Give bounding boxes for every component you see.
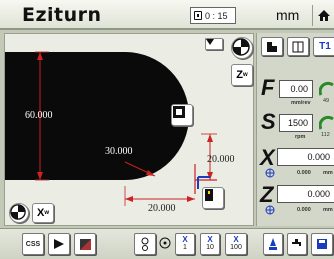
bottom-toolbar: CSS X 1 X 10 X 100 [0, 228, 334, 259]
speed-letter: S [261, 109, 276, 134]
timer-value: 0 : 15 [205, 10, 228, 21]
square-icon [173, 106, 185, 118]
tool-post-icon [267, 41, 277, 52]
app-title: Eziturn [22, 4, 102, 26]
feed-value[interactable]: 0.00 [279, 80, 313, 98]
step-x1-button[interactable]: X 1 [175, 233, 195, 255]
mode-button[interactable] [74, 233, 96, 255]
origin-view-button[interactable] [9, 203, 29, 223]
step-value: 1 [183, 244, 187, 251]
z-unit: mm [323, 207, 333, 213]
tool-number-button[interactable]: T1 [313, 37, 334, 56]
step-value: 100 [230, 244, 242, 251]
speed-gauge-icon [319, 115, 334, 130]
x-jog-icon [265, 168, 275, 178]
play-icon [54, 239, 64, 249]
lamp-button[interactable] [263, 233, 283, 255]
xw-sub: w [44, 210, 49, 216]
timer-display: 0 : 15 [190, 7, 236, 24]
speed-value[interactable]: 1500 [279, 114, 313, 132]
css-button[interactable]: CSS [22, 233, 44, 255]
step-x100-button[interactable]: X 100 [225, 233, 247, 255]
coolant-icon [141, 237, 149, 251]
view-menu-button[interactable] [205, 38, 223, 50]
app-window: Eziturn 0 : 15 mm 60.000 30.000 20.000 2… [0, 0, 334, 259]
caret-down-icon [206, 39, 214, 45]
feed-unit: mm/rev [291, 100, 311, 106]
zw-sub: w [243, 72, 248, 78]
step-value: 10 [206, 244, 214, 251]
save-button[interactable] [311, 233, 333, 255]
dim-bottom-label: 20.000 [148, 203, 176, 214]
x-unit: mm [323, 170, 333, 176]
stop-button[interactable] [171, 104, 193, 126]
diagonal-square-icon [79, 238, 91, 250]
step-x10-button[interactable]: X 10 [200, 233, 220, 255]
dim-radius-label: 30.000 [105, 146, 133, 157]
x-sub-value: 0.000 [297, 170, 311, 176]
drawing-canvas[interactable]: 60.000 30.000 20.000 20.000 Zw X w [4, 33, 254, 226]
speed-gauge-value: 112 [321, 132, 330, 138]
home-button[interactable] [312, 5, 334, 26]
lamp-icon [269, 238, 277, 250]
x-position-value[interactable]: 0.000 [277, 148, 334, 166]
quadrant-circle-icon [10, 204, 26, 220]
z-position-value[interactable]: 0.000 [277, 185, 334, 203]
z-sub-value: 0.000 [297, 207, 311, 213]
tool-table-button[interactable] [287, 37, 309, 56]
fit-view-button[interactable] [231, 37, 253, 59]
units-label[interactable]: mm [276, 7, 299, 23]
xw-button[interactable]: Xw [32, 203, 54, 223]
header-bar: Eziturn 0 : 15 mm [0, 0, 334, 30]
step-axis: X [233, 235, 239, 244]
home-icon [317, 10, 330, 21]
speed-unit: rpm [295, 134, 306, 140]
status-panel: T1 F 0.00 mm/rev 49 S 1500 rpm 112 X 0.0… [256, 33, 334, 226]
quadrant-circle-icon [232, 38, 250, 56]
faucet-icon [291, 239, 301, 246]
cycle-start-button[interactable] [48, 233, 70, 255]
step-axis: X [182, 235, 188, 244]
feed-gauge-value: 49 [323, 98, 330, 104]
coolant-button[interactable] [134, 233, 156, 255]
zw-button[interactable]: Zw [231, 64, 253, 86]
feed-gauge-icon [319, 81, 334, 96]
clock-icon [194, 11, 202, 20]
dim-right-label: 20.000 [207, 154, 235, 165]
feed-letter: F [261, 75, 275, 100]
faucet-button[interactable] [287, 233, 307, 255]
dim-height-label: 60.000 [25, 110, 53, 121]
tool-view-button[interactable] [202, 187, 224, 209]
z-jog-icon [265, 205, 275, 215]
tool-post-button[interactable] [261, 37, 283, 56]
table-icon [292, 41, 304, 52]
floppy-icon [317, 239, 327, 249]
tool-holder-icon [205, 189, 213, 201]
step-axis: X [207, 235, 213, 244]
spindle-icon [159, 237, 171, 249]
